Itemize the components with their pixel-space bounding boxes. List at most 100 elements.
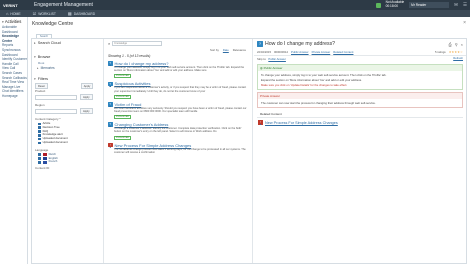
chevron-down-icon: ▾ [34,55,36,59]
result-title-text: New Process For Simple Address Changes [114,142,192,148]
ratings-count: 5 ratings [434,50,446,54]
nav-item-actionable-dashboard[interactable]: Actionable Dashboard [0,25,27,34]
top-right-area: Not Available 00:18:00 Mr Reader ✉ ☰ [375,1,470,8]
category-label: Uploaded document [42,139,68,144]
checkbox[interactable] [38,122,41,126]
product-apply-button[interactable]: Apply [80,94,93,100]
chevron-right-icon: ▸ [34,41,36,45]
checkbox[interactable] [38,157,41,160]
verint-logo: VERINT [3,2,18,8]
flag-icon [42,157,47,160]
page-title: Knowledge Centre [32,21,74,27]
sort-relevance[interactable]: Relevance [233,48,246,52]
nav-item-manage-live-chat[interactable]: Manage Live Chat Identifiers [0,85,27,94]
browse-header[interactable]: ▾ Browse [32,53,103,61]
product-filter: Apply [32,94,103,100]
region-input[interactable] [35,108,77,114]
checkbox[interactable] [38,137,41,141]
result-snippet: To change a customer's address: Identify… [114,127,242,134]
region-filter: Apply [32,108,103,114]
content-id-label: Content ID [35,166,50,171]
article-meta: 22/02/2015 000000612 Public Answer Priva… [254,49,466,56]
article-detail: ? How do I change my address? ⎙ ⚲ × 22/0… [254,39,466,263]
article-id: 000000612 [274,50,288,54]
skip-link[interactable]: Public Answer [268,57,286,61]
activities-header[interactable]: ▾ Activities [0,17,27,25]
chat-icon[interactable]: ✉ [454,2,458,8]
search-input[interactable]: Knowledge [112,41,163,46]
checkbox[interactable] [38,160,41,164]
pin-icon[interactable]: ⚲ [455,42,458,47]
globe-icon: ◍ [260,66,263,70]
link-related-content[interactable]: Related Content [333,50,353,54]
checkbox[interactable] [38,141,41,145]
rating-area: 5 ratings ★★★★☆ [435,50,463,54]
status-badge: PUBLISHED [114,94,132,99]
star-rating-icon[interactable]: ★★★★☆ [449,50,463,54]
result-item: ? Changing Customer's Address To change a… [105,121,252,141]
status-badge: PUBLISHED [114,135,132,140]
link-private-answer[interactable]: Private Answer [312,50,331,54]
language-french[interactable]: French [32,160,103,164]
results-panel: ⌕ Knowledge Sort by Date Relevance Showi… [105,39,253,263]
private-answer-section: Private Answer The customer can now star… [257,92,463,109]
search-cloud-header[interactable]: ▸ Search Cloud [32,39,103,47]
language-label: French [48,159,58,164]
question-icon: ? [108,81,113,87]
question-icon: ? [257,41,263,47]
results-count: Showing 1 - 5 (of 13 results) [108,54,151,58]
public-answer-body: To change your address, simply log in to… [258,71,462,89]
top-bar: VERINT Engagement Management Not Availab… [0,0,470,10]
chevron-right-icon: ▸ [37,66,39,70]
checkbox[interactable] [38,130,41,133]
search-row: ⌕ Knowledge [105,39,252,48]
refresh-link[interactable]: Refresh [453,56,463,60]
tab-label: DASHBOARD [73,11,96,16]
public-answer-section: ◍ Public Answer To change your address, s… [257,64,463,91]
sort-date[interactable]: Date [223,48,229,52]
search-icon[interactable]: ⌕ [108,41,110,46]
filters-header[interactable]: ▾ Filters [32,75,103,83]
filters-label: Filters [37,77,49,81]
agent-status[interactable]: Not Available 00:18:00 [386,1,405,8]
tab-label: HOME [10,11,21,16]
result-snippet: We treat fraudulent activities very seri… [114,106,247,114]
main-content: Knowledge Centre × Search ▸ Search Cloud … [29,17,470,264]
nav-item-synchronous-dashboard[interactable]: Synchronous Dashboard [0,48,27,57]
apply-button[interactable]: Apply [80,83,94,89]
article-date: 22/02/2015 [257,50,271,54]
status-timer: 00:18:00 [385,4,399,8]
checkbox[interactable] [38,153,41,156]
result-item: ? How do I change my address? To change y… [105,60,252,80]
close-icon[interactable]: × [461,42,463,47]
product-input[interactable] [35,94,77,100]
status-indicator[interactable] [375,2,381,8]
related-content-header: Related Content [257,110,463,119]
nav-item-knowledge-centre[interactable]: Knowledge Centre [0,34,27,43]
menu-icon[interactable]: ☰ [463,2,467,8]
tab-dashboard[interactable]: ▦ DASHBOARD [62,11,101,16]
activities-title: Activities [4,19,22,24]
close-icon[interactable]: × [463,20,466,26]
print-icon[interactable]: ⎙ [449,42,452,47]
flag-icon [42,153,47,156]
related-item-label: New Process For Simple Address Changes [265,120,338,125]
link-public-answer[interactable]: Public Answer [291,50,309,54]
checkbox[interactable] [38,126,41,129]
region-apply-button[interactable]: Apply [80,108,93,114]
tab-worklist[interactable]: ☑ WORKLIST [27,11,62,16]
search-cloud-label: Search Cloud [37,41,61,45]
news-icon: ! [258,120,263,126]
tab-label: WORKLIST [38,11,56,16]
article-title: How do I change my address? [265,41,336,47]
checkbox[interactable] [38,133,41,137]
tab-home[interactable]: ⌂ HOME [0,11,27,16]
question-icon: ? [108,102,113,107]
article-tools: ⎙ ⚲ × [449,42,463,47]
browse-memories[interactable]: ▸ Memories [32,66,103,71]
nav-item-homepage[interactable]: Homepage [0,94,27,99]
user-select[interactable]: Mr Reader [409,2,450,8]
app-title: Engagement Management [34,2,93,8]
related-item[interactable]: ! New Process For Simple Address Changes [254,118,466,127]
category-uploaded-document-2[interactable]: Uploaded document [32,139,103,145]
